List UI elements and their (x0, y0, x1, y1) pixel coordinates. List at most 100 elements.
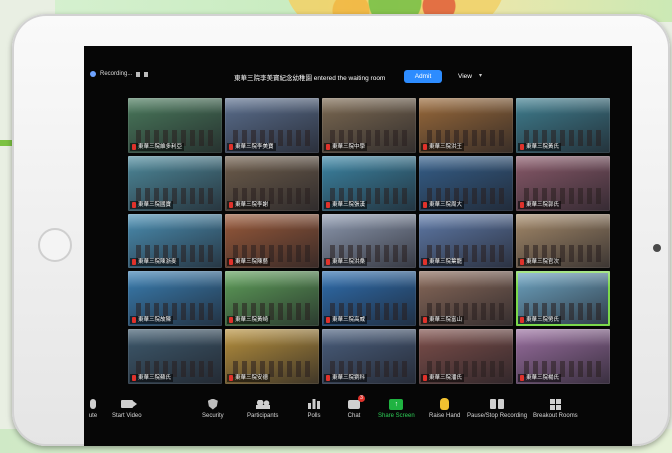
raise-hand-label: Raise Hand (429, 413, 461, 419)
participant-name-label: 東華三院勞氏 (518, 316, 562, 325)
participant-name-label: 東華三院張漢 (324, 200, 368, 209)
participant-video-tile[interactable]: 東華三院官次 (516, 213, 610, 269)
muted-microphone-icon (520, 201, 524, 208)
participant-name: 東華三院黃崎 (235, 317, 269, 324)
participant-name-label: 東華三院黃氏 (518, 142, 562, 151)
participants-button[interactable]: Participants (247, 398, 278, 419)
participant-video-tile[interactable]: 東華三院高威 (322, 271, 416, 327)
participant-name: 東華三院安德 (235, 374, 269, 381)
muted-microphone-icon (423, 259, 427, 266)
participant-name: 東華三院蘇氏 (138, 374, 172, 381)
muted-microphone-icon (326, 143, 330, 150)
pause-icon[interactable] (136, 71, 141, 77)
participant-video-tile[interactable]: 東華三院陳浙麥 (128, 213, 222, 269)
participant-video-tile[interactable]: 東華三院維多利亞 (128, 98, 222, 153)
muted-microphone-icon (132, 317, 136, 324)
top-bar: Recording... 東華三院李美寶紀念幼稚園 entered the wa… (84, 46, 632, 92)
participant-video-tile[interactable]: 東華三院洪桑 (322, 213, 416, 269)
participant-video-tile[interactable]: 東華三院黃氏 (516, 98, 610, 153)
tablet-device: Recording... 東華三院李美寶紀念幼稚園 entered the wa… (12, 14, 670, 446)
participant-video-tile[interactable]: 東華三院國寶 (128, 155, 222, 211)
participant-name-label: 東華三院葉龍 (421, 258, 465, 267)
stop-icon[interactable] (144, 71, 149, 77)
muted-microphone-icon (520, 259, 524, 266)
participant-name: 東華三院周大 (429, 201, 463, 208)
muted-microphone-icon (423, 317, 427, 324)
security-label: Security (202, 413, 224, 419)
muted-microphone-icon (229, 143, 233, 150)
participant-video-tile[interactable]: 東華三院楊氏 (516, 329, 610, 384)
participant-name: 東華三院楊氏 (526, 374, 560, 381)
muted-microphone-icon (229, 317, 233, 324)
participant-video-tile[interactable]: 東華三院葉龍 (419, 213, 513, 269)
participant-video-tile[interactable]: 東華三院李謝 (225, 155, 319, 211)
participant-name-label: 東華三院富山 (421, 316, 465, 325)
pause-stop-recording-button[interactable]: Pause/Stop Recording (467, 398, 527, 419)
participant-name-label: 東華三院郭氏 (518, 200, 562, 209)
participant-video-tile[interactable]: 東華三院劉科 (322, 329, 416, 384)
participant-name: 東華三院陳藝 (235, 259, 269, 266)
participant-name-label: 東華三院劉科 (324, 373, 368, 382)
participant-video-tile[interactable]: 東華三院故陳 (128, 271, 222, 327)
participant-video-tile[interactable]: 東華三院勞氏 (516, 271, 610, 327)
participant-name: 東華三院葉龍 (429, 259, 463, 266)
view-button[interactable]: View (458, 70, 472, 83)
participant-video-tile[interactable]: 東華三院張漢 (322, 155, 416, 211)
participant-name: 東華三院李美寶 (235, 143, 274, 150)
microphone-icon (90, 399, 96, 409)
muted-microphone-icon (229, 259, 233, 266)
participant-name-label: 東華三院楊氏 (518, 373, 562, 382)
participant-video-tile[interactable]: 東華三院潘氏 (419, 329, 513, 384)
participant-name-label: 東華三院國寶 (130, 200, 174, 209)
participant-video-tile[interactable]: 東華三院周大 (419, 155, 513, 211)
recording-indicator: Recording... (90, 68, 149, 80)
participant-name: 東華三院官次 (526, 259, 560, 266)
participant-video-tile[interactable]: 東華三院郭氏 (516, 155, 610, 211)
mute-button[interactable]: ute (86, 398, 100, 419)
admit-button[interactable]: Admit (404, 70, 442, 83)
participant-name: 東華三院洪王 (429, 143, 463, 150)
participant-video-tile[interactable]: 東華三院蘇氏 (128, 329, 222, 384)
participant-name: 東華三院故陳 (138, 317, 172, 324)
chat-icon: 3 (348, 394, 365, 409)
muted-microphone-icon (520, 317, 524, 324)
polls-icon (308, 399, 320, 409)
participant-video-tile[interactable]: 東華三院中學 (322, 98, 416, 153)
raise-hand-button[interactable]: Raise Hand (429, 398, 460, 419)
participant-video-tile[interactable]: 東華三院黃崎 (225, 271, 319, 327)
participant-name: 東華三院李謝 (235, 201, 269, 208)
shield-icon (207, 398, 218, 410)
chevron-down-icon[interactable]: ▾ (479, 72, 482, 79)
participant-name: 東華三院富山 (429, 317, 463, 324)
participant-name: 東華三院維多利亞 (138, 143, 183, 150)
participant-name-label: 東華三院黃崎 (227, 316, 271, 325)
security-button[interactable]: Security (202, 398, 224, 419)
participant-video-tile[interactable]: 東華三院富山 (419, 271, 513, 327)
participant-video-tile[interactable]: 東華三院洪王 (419, 98, 513, 153)
participant-name-label: 東華三院李謝 (227, 200, 271, 209)
participant-name-label: 東華三院洪王 (421, 142, 465, 151)
participant-name-label: 東華三院潘氏 (421, 373, 465, 382)
participant-video-tile[interactable]: 東華三院陳藝 (225, 213, 319, 269)
participant-name-label: 東華三院維多利亞 (130, 142, 185, 151)
chat-button[interactable]: 3 Chat (347, 394, 365, 419)
muted-microphone-icon (132, 259, 136, 266)
share-screen-button[interactable]: ↑ Share Screen (378, 398, 415, 419)
video-grid: 東華三院維多利亞 東華三院李美寶 東華三院中學 東華三院洪王 東華三院黃氏 東華三院國寶東… (128, 98, 610, 384)
muted-microphone-icon (229, 374, 233, 381)
participant-name-label: 東華三院高威 (324, 316, 368, 325)
share-screen-icon: ↑ (389, 398, 404, 410)
start-video-label: Start Video (112, 413, 142, 419)
chat-label: Chat (347, 413, 361, 419)
start-video-button[interactable]: Start Video (112, 398, 142, 419)
breakout-rooms-button[interactable]: Breakout Rooms (533, 398, 578, 419)
polls-button[interactable]: Polls (307, 398, 321, 419)
muted-microphone-icon (520, 374, 524, 381)
pause-stop-icon (490, 399, 505, 409)
muted-microphone-icon (423, 143, 427, 150)
participant-video-tile[interactable]: 東華三院李美寶 (225, 98, 319, 153)
participants-icon (255, 399, 270, 409)
participant-video-tile[interactable]: 東華三院安德 (225, 329, 319, 384)
muted-microphone-icon (326, 374, 330, 381)
home-button[interactable] (38, 228, 72, 262)
